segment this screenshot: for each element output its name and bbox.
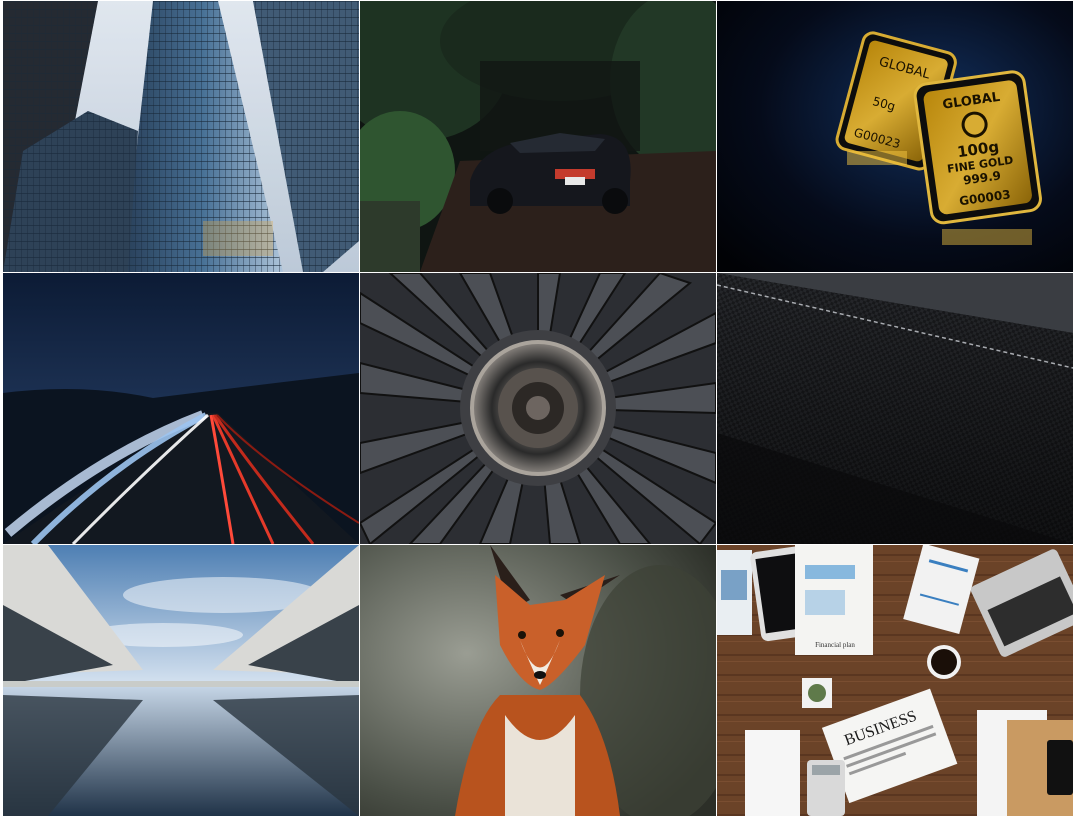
image-gallery-grid: GLOBAL 50g G00023 GLOBAL 100g FINE GOLD … xyxy=(3,1,1073,816)
sports-car-image xyxy=(360,1,716,272)
jet-engine-image xyxy=(360,273,716,544)
business-desk-image: Financial plan BUSINESS xyxy=(717,545,1073,816)
gallery-tile-carbon-fiber[interactable] xyxy=(717,273,1073,544)
gallery-tile-skyscrapers[interactable] xyxy=(3,1,359,272)
carbon-fiber-image xyxy=(717,273,1073,544)
reflecting-pool-image xyxy=(3,545,359,816)
gallery-tile-highway-light-trails[interactable] xyxy=(3,273,359,544)
gallery-tile-jet-engine[interactable] xyxy=(360,273,716,544)
fox-image xyxy=(360,545,716,816)
gallery-tile-reflecting-pool[interactable] xyxy=(3,545,359,816)
gallery-tile-fox[interactable] xyxy=(360,545,716,816)
clipboard-caption: Financial plan xyxy=(815,641,855,649)
skyscrapers-image xyxy=(3,1,359,272)
highway-light-trails-image xyxy=(3,273,359,544)
gallery-tile-sports-car[interactable] xyxy=(360,1,716,272)
gold-bars-image: GLOBAL 50g G00023 GLOBAL 100g FINE GOLD … xyxy=(717,1,1073,272)
gallery-tile-business-desk[interactable]: Financial plan BUSINESS xyxy=(717,545,1073,816)
gallery-tile-gold-bars[interactable]: GLOBAL 50g G00023 GLOBAL 100g FINE GOLD … xyxy=(717,1,1073,272)
